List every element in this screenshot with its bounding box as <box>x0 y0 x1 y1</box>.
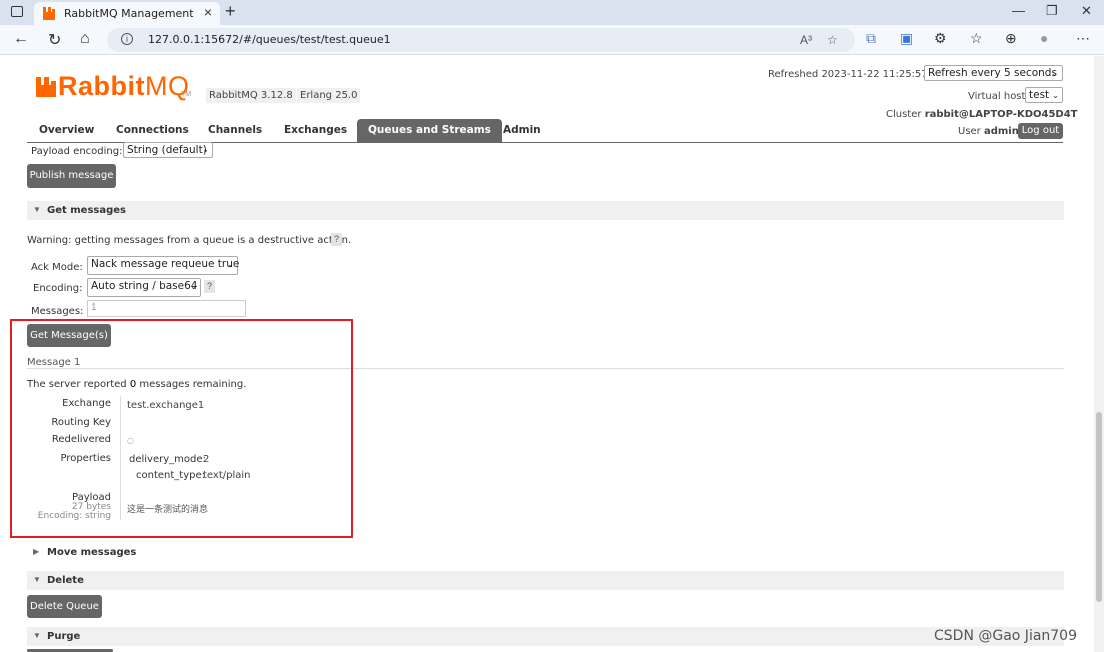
tab-connections[interactable]: Connections <box>116 124 189 136</box>
logo-rabbit: Rabbit <box>58 71 145 101</box>
encoding-value: Auto string / base64 <box>91 280 198 292</box>
rabbitmq-version: RabbitMQ 3.12.8 <box>206 88 296 103</box>
chevron-down-icon: ⌄ <box>1051 69 1058 78</box>
browser-tab[interactable]: RabbitMQ Management × <box>34 2 220 25</box>
collections-icon[interactable]: ⊕ <box>1005 30 1017 47</box>
delete-title: Delete <box>47 575 84 586</box>
encoding-select[interactable]: Auto string / base64 ⌄ <box>87 278 201 297</box>
close-tab-icon[interactable]: × <box>204 4 212 20</box>
tab-channels[interactable]: Channels <box>208 124 262 136</box>
more-menu-icon[interactable]: ⋯ <box>1076 30 1090 47</box>
collapse-arrow-icon: ▼ <box>33 631 41 640</box>
watermark: CSDN @Gao Jian709 <box>934 628 1078 644</box>
delete-queue-button[interactable]: Delete Queue <box>27 595 102 618</box>
refreshed-timestamp: Refreshed 2023-11-22 11:25:57 <box>768 69 928 80</box>
extensions-puzzle-icon[interactable]: ⚙ <box>934 30 947 47</box>
address-bar[interactable]: i 127.0.0.1:15672/#/queues/test/test.que… <box>107 28 855 52</box>
messages-count-input[interactable]: 1 <box>87 300 246 317</box>
get-messages-section-header[interactable]: ▼ Get messages <box>27 201 1064 220</box>
sidebar-app-icon[interactable]: ▣ <box>900 30 913 47</box>
home-icon[interactable]: ⌂ <box>80 30 90 48</box>
encoding-label: Encoding: <box>33 283 83 294</box>
rabbitmq-logo-icon <box>36 77 56 97</box>
logo-trademark: TM <box>181 91 192 98</box>
tab-queues-and-streams[interactable]: Queues and Streams <box>357 119 502 143</box>
erlang-version: Erlang 25.0 <box>297 88 361 103</box>
favorite-star-icon[interactable]: ☆ <box>827 33 838 47</box>
payload-encoding-label: Payload encoding: <box>31 146 123 157</box>
refresh-interval-select[interactable]: Refresh every 5 seconds ⌄ <box>924 65 1063 81</box>
chevron-down-icon: ⌄ <box>202 145 209 154</box>
chevron-down-icon: ⌄ <box>227 260 234 269</box>
site-info-icon[interactable]: i <box>121 33 133 45</box>
purge-section-header[interactable]: ▼ Purge <box>27 627 1064 646</box>
payload-encoding-value: String (default) <box>127 144 207 156</box>
tab-overview[interactable]: Overview <box>39 124 94 136</box>
publish-message-button[interactable]: Publish message <box>27 164 116 188</box>
encoding-help-icon[interactable]: ? <box>204 280 215 293</box>
virtual-host-value: test <box>1029 89 1050 101</box>
favorites-icon[interactable]: ☆ <box>970 30 983 47</box>
restore-icon[interactable]: ❐ <box>1046 3 1058 19</box>
rabbitmq-logo: RabbitMQ <box>58 71 190 102</box>
address-toolbar: ← ↻ ⌂ i 127.0.0.1:15672/#/queues/test/te… <box>0 25 1104 55</box>
expand-arrow-icon: ▶ <box>33 547 40 556</box>
collapse-arrow-icon: ▼ <box>33 575 41 584</box>
ack-mode-value: Nack message requeue true <box>91 258 240 270</box>
minimize-icon[interactable]: — <box>1012 3 1025 18</box>
extension-icon[interactable]: ⧉ <box>866 30 876 47</box>
page-scrollbar[interactable] <box>1094 56 1104 652</box>
chevron-down-icon: ⌄ <box>1052 91 1059 100</box>
tab-title: RabbitMQ Management <box>64 7 194 20</box>
scrollbar-thumb[interactable] <box>1096 412 1102 602</box>
ack-mode-label: Ack Mode: <box>31 262 83 273</box>
read-aloud-icon[interactable]: A³ <box>800 33 812 47</box>
tab-admin[interactable]: Admin <box>503 124 541 136</box>
get-messages-title: Get messages <box>47 205 126 216</box>
payload-encoding-select[interactable]: String (default) ⌄ <box>123 142 213 158</box>
refresh-interval-value: Refresh every 5 seconds <box>928 67 1057 79</box>
destructive-warning: Warning: getting messages from a queue i… <box>27 235 352 246</box>
messages-count-label: Messages: <box>31 306 84 317</box>
url-text[interactable]: 127.0.0.1:15672/#/queues/test/test.queue… <box>148 33 391 46</box>
ack-mode-select[interactable]: Nack message requeue true ⌄ <box>87 256 240 275</box>
delete-section-header[interactable]: ▼ Delete <box>27 571 1064 590</box>
virtual-host-select[interactable]: test ⌄ <box>1025 87 1063 103</box>
purge-title: Purge <box>47 631 81 642</box>
help-icon[interactable]: ? <box>331 233 342 246</box>
move-messages-title: Move messages <box>47 547 137 558</box>
browser-tab-bar: RabbitMQ Management × + — ❐ ✕ <box>0 0 1104 25</box>
chevron-down-icon: ⌄ <box>190 282 197 291</box>
virtual-host-label: Virtual host <box>968 91 1026 102</box>
rabbitmq-favicon-icon <box>43 7 55 20</box>
move-messages-section-header[interactable]: ▶ Move messages <box>27 544 227 562</box>
main-nav: Overview Connections Channels Exchanges … <box>27 119 1063 143</box>
highlight-annotation-box <box>10 319 353 538</box>
reload-icon[interactable]: ↻ <box>48 30 61 50</box>
tab-actions-icon[interactable] <box>11 6 23 17</box>
close-window-icon[interactable]: ✕ <box>1081 3 1092 19</box>
new-tab-icon[interactable]: + <box>225 1 236 22</box>
tab-exchanges[interactable]: Exchanges <box>284 124 347 136</box>
back-icon[interactable]: ← <box>13 30 29 48</box>
profile-avatar-icon[interactable]: ● <box>1040 30 1048 46</box>
collapse-arrow-icon: ▼ <box>33 205 41 214</box>
